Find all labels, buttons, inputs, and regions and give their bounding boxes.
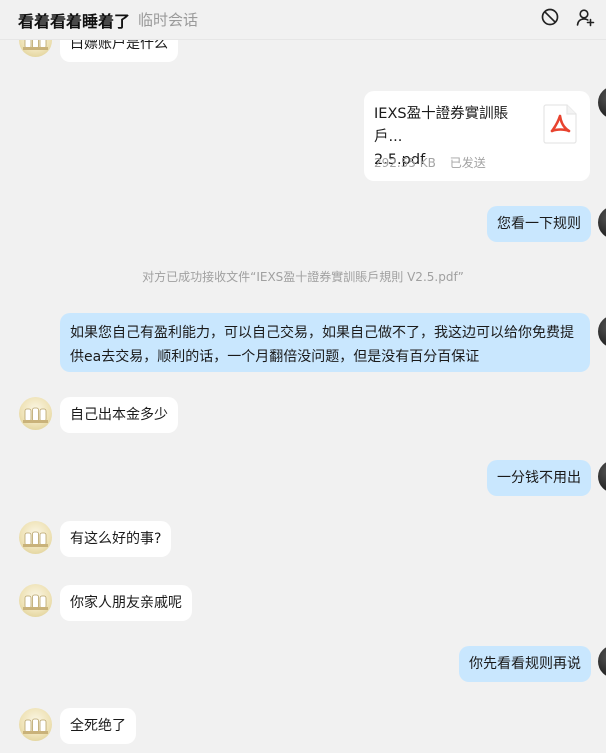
- contact-avatar[interactable]: [19, 584, 52, 617]
- contact-avatar[interactable]: [19, 521, 52, 554]
- file-status: 已发送: [449, 156, 486, 170]
- my-avatar[interactable]: [598, 645, 606, 678]
- message-list[interactable]: 白嫖账户是什么 IEXS盈十證券實訓賬戶... 2.5.pdf 292.55 K…: [0, 0, 606, 753]
- chat-title: 看着看着睡着了: [18, 12, 131, 31]
- chat-subtitle: 临时会话: [138, 11, 199, 29]
- message-text: 全死绝了: [70, 718, 126, 734]
- my-avatar[interactable]: [598, 315, 606, 348]
- add-user-icon[interactable]: [575, 7, 595, 27]
- message-bubble-incoming[interactable]: 全死绝了: [60, 708, 136, 744]
- contact-avatar[interactable]: [19, 397, 52, 430]
- my-avatar[interactable]: [598, 460, 606, 493]
- file-size: 292.55 KB: [374, 156, 436, 170]
- my-avatar[interactable]: [598, 86, 606, 119]
- contact-avatar[interactable]: [19, 708, 52, 741]
- message-bubble-outgoing[interactable]: 您看一下规则: [487, 206, 591, 242]
- message-bubble-outgoing[interactable]: 你先看看规则再说: [459, 646, 591, 682]
- message-bubble-incoming[interactable]: 自己出本金多少: [60, 397, 178, 433]
- pdf-file-icon: [543, 104, 577, 144]
- chat-header: 看着看着睡着了 临时会话: [0, 0, 606, 40]
- message-bubble-incoming[interactable]: 你家人朋友亲戚呢: [60, 585, 192, 621]
- file-meta: 292.55 KB 已发送: [374, 154, 486, 171]
- system-notice: 对方已成功接收文件“IEXS盈十證券實訓賬戶規則 V2.5.pdf”: [142, 270, 464, 284]
- file-name-line-1: IEXS盈十證券實訓賬戶...: [374, 106, 509, 145]
- message-text: 一分钱不用出: [497, 470, 581, 486]
- message-bubble-outgoing[interactable]: 如果您自己有盈利能力，可以自己交易，如果自己做不了，我这边可以给你免费提供ea去…: [60, 313, 590, 372]
- file-message-card[interactable]: IEXS盈十證券實訓賬戶... 2.5.pdf 292.55 KB 已发送: [364, 91, 590, 181]
- message-text: 如果您自己有盈利能力，可以自己交易，如果自己做不了，我这边可以给你免费提供ea去…: [70, 325, 574, 365]
- message-text: 你家人朋友亲戚呢: [70, 595, 182, 611]
- message-text: 有这么好的事?: [70, 531, 162, 547]
- message-text: 你先看看规则再说: [469, 656, 581, 672]
- message-bubble-outgoing[interactable]: 一分钱不用出: [487, 460, 591, 496]
- block-icon[interactable]: [540, 7, 560, 27]
- message-text: 自己出本金多少: [70, 407, 168, 423]
- message-text: 您看一下规则: [497, 216, 581, 232]
- my-avatar[interactable]: [598, 206, 606, 239]
- message-bubble-incoming[interactable]: 有这么好的事?: [60, 521, 172, 557]
